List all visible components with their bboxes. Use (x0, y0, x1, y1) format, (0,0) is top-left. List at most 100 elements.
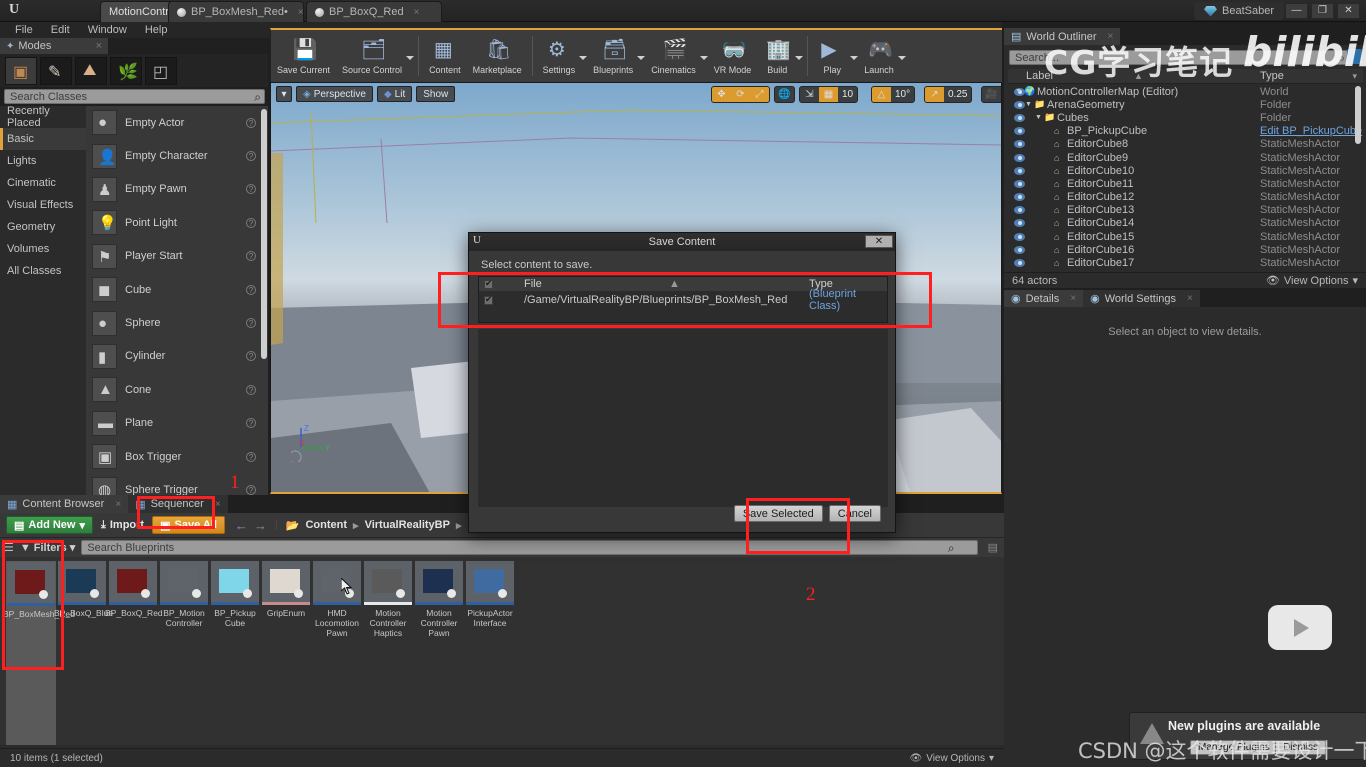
class-item-player-start[interactable]: ⚑ Player Start? (86, 240, 268, 273)
category-recently-placed[interactable]: Recently Placed (0, 105, 86, 129)
landscape-mode-icon[interactable]: ⛰ (75, 56, 107, 85)
save-content-dialog[interactable]: U Save Content ✕ Select content to save.… (468, 232, 896, 533)
minimize-button[interactable]: — (1285, 3, 1308, 19)
asset-thumbnail[interactable] (313, 561, 361, 605)
visibility-eye-icon[interactable] (1014, 259, 1025, 268)
class-item-empty-pawn[interactable]: ♟ Empty Pawn? (86, 173, 268, 206)
class-item-plane[interactable]: ▬ Plane? (86, 407, 268, 440)
category-cinematic[interactable]: Cinematic (0, 172, 86, 194)
asset-item[interactable]: Motion Controller Pawn (414, 561, 464, 745)
help-icon[interactable]: ? (246, 451, 256, 462)
outliner-row[interactable]: ⌂ EditorCube14 StaticMeshActor (1008, 217, 1363, 230)
menu-window[interactable]: Window (79, 24, 136, 36)
outliner-scrollbar[interactable] (1355, 86, 1361, 144)
close-icon[interactable]: × (298, 7, 304, 18)
toolbar-play[interactable]: ▶ Play (812, 30, 852, 82)
tab-details[interactable]: ◉ Details × (1004, 290, 1084, 307)
class-item-cone[interactable]: ▲ Cone? (86, 373, 268, 406)
view-list-icon[interactable]: ☰ (4, 541, 14, 554)
viewport-options-button[interactable]: ▾ (276, 86, 292, 102)
asset-thumbnail[interactable] (109, 561, 157, 605)
outliner-row[interactable]: ⌂ EditorCube9 StaticMeshActor (1008, 151, 1363, 164)
expander-icon[interactable]: ▼ (1025, 101, 1032, 108)
add-new-button[interactable]: ▤ Add New ▾ (6, 516, 93, 534)
visibility-eye-icon[interactable] (1014, 153, 1025, 162)
save-all-button[interactable]: ▣ Save All (152, 516, 225, 534)
filters-button[interactable]: ▼ Filters ▾ (20, 541, 75, 555)
asset-thumbnail[interactable] (364, 561, 412, 605)
outliner-row[interactable]: ⌂ EditorCube15 StaticMeshActor (1008, 230, 1363, 243)
maximize-button[interactable]: ❐ (1311, 3, 1334, 19)
nav-back-icon[interactable]: ← (235, 518, 248, 533)
search-classes-input[interactable]: Search Classes ⌕ (4, 89, 265, 104)
toolbar-marketplace[interactable]: 🛍 Marketplace (467, 30, 528, 82)
visibility-eye-icon[interactable] (1014, 245, 1025, 254)
help-icon[interactable]: ? (246, 251, 256, 262)
toolbar-settings[interactable]: ⚙ Settings (537, 30, 582, 82)
class-item-sphere[interactable]: ● Sphere? (86, 306, 268, 339)
place-mode-icon[interactable]: ▣ (5, 56, 37, 85)
breadcrumb-item-1[interactable]: VirtualRealityBP (365, 519, 450, 531)
select-all-checkbox[interactable] (484, 278, 493, 289)
class-item-box-trigger[interactable]: ▣ Box Trigger? (86, 440, 268, 473)
help-icon[interactable]: ? (246, 384, 256, 395)
outliner-row[interactable]: ⌂ EditorCube8 StaticMeshActor (1008, 138, 1363, 151)
outliner-row[interactable]: ⌂ BP_PickupCube Edit BP_PickupCube (1008, 125, 1363, 138)
class-item-cylinder[interactable]: ▮ Cylinder? (86, 340, 268, 373)
toolbar-save-current[interactable]: 💾 Save Current (271, 30, 336, 82)
toolbar-vr-mode[interactable]: 🥽 VR Mode (708, 30, 758, 82)
outliner-row[interactable]: ▼ 📁 ArenaGeometry Folder (1008, 98, 1363, 111)
outliner-row[interactable]: ⌂ EditorCube12 StaticMeshActor (1008, 191, 1363, 204)
paint-mode-icon[interactable]: ✎ (40, 56, 72, 85)
class-item-cube[interactable]: ◼ Cube? (86, 273, 268, 306)
nav-forward-icon[interactable]: → (254, 518, 267, 533)
close-icon[interactable]: × (215, 499, 221, 510)
toolbar-launch[interactable]: 🎮 Launch (858, 30, 900, 82)
visibility-eye-icon[interactable] (1014, 127, 1025, 136)
expander-icon[interactable]: ▼ (1015, 88, 1022, 95)
help-icon[interactable]: ? (246, 117, 256, 128)
lit-button[interactable]: ◆ Lit (376, 86, 413, 102)
chevron-down-icon[interactable] (795, 56, 804, 60)
camera-speed-value[interactable]: 4 (1001, 89, 1002, 100)
editor-tab-1[interactable]: BP_BoxMesh_Red• × (168, 1, 304, 22)
class-item-point-light[interactable]: 💡 Point Light? (86, 206, 268, 239)
tab-sequencer[interactable]: ▦ Sequencer × (128, 495, 228, 513)
help-icon[interactable]: ? (246, 484, 256, 495)
visibility-eye-icon[interactable] (1014, 179, 1025, 188)
close-icon[interactable]: × (414, 7, 420, 18)
asset-item[interactable]: BP_Pickup Cube (210, 561, 260, 745)
visibility-eye-icon[interactable] (1014, 206, 1025, 215)
class-item-empty-actor[interactable]: ● Empty Actor? (86, 106, 268, 139)
visibility-eye-icon[interactable] (1014, 140, 1025, 149)
help-icon[interactable]: ? (246, 284, 256, 295)
asset-thumbnail[interactable] (466, 561, 514, 605)
outliner-row-type[interactable]: Edit BP_PickupCube (1260, 125, 1362, 137)
show-button[interactable]: Show (416, 86, 456, 102)
asset-item[interactable]: BP_BoxQ_Red (105, 561, 163, 745)
help-icon[interactable]: ? (246, 217, 256, 228)
breadcrumb-item-0[interactable]: Content (305, 519, 347, 531)
help-icon[interactable]: ? (246, 151, 256, 162)
category-volumes[interactable]: Volumes (0, 238, 86, 260)
asset-item[interactable]: PickupActor Interface (465, 561, 515, 745)
outliner-row[interactable]: ⌂ EditorCube16 StaticMeshActor (1008, 243, 1363, 256)
asset-thumbnail[interactable] (262, 561, 310, 605)
column-file[interactable]: File (524, 278, 542, 290)
close-icon[interactable]: × (115, 499, 121, 510)
asset-thumbnail[interactable] (58, 561, 106, 605)
close-icon[interactable]: × (1187, 293, 1193, 304)
geometry-edit-mode-icon[interactable]: ◰ (145, 56, 177, 85)
chevron-down-icon[interactable] (699, 56, 708, 60)
dialog-close-button[interactable]: ✕ (865, 235, 893, 248)
class-item-sphere-trigger[interactable]: ◍ Sphere Trigger? (86, 473, 268, 495)
asset-item[interactable]: HMD Locomotion Pawn (312, 561, 362, 745)
asset-thumbnail[interactable] (7, 562, 55, 606)
modes-tab[interactable]: ✦ Modes × (0, 38, 108, 54)
cancel-button[interactable]: Cancel (828, 505, 881, 522)
chevron-down-icon[interactable] (579, 56, 588, 60)
asset-item[interactable]: BP_BoxMesh_Red (3, 561, 75, 745)
import-button[interactable]: ⤓ Import (101, 519, 144, 532)
view-options-label[interactable]: View Options (1284, 275, 1349, 287)
close-icon[interactable]: × (1070, 293, 1076, 304)
